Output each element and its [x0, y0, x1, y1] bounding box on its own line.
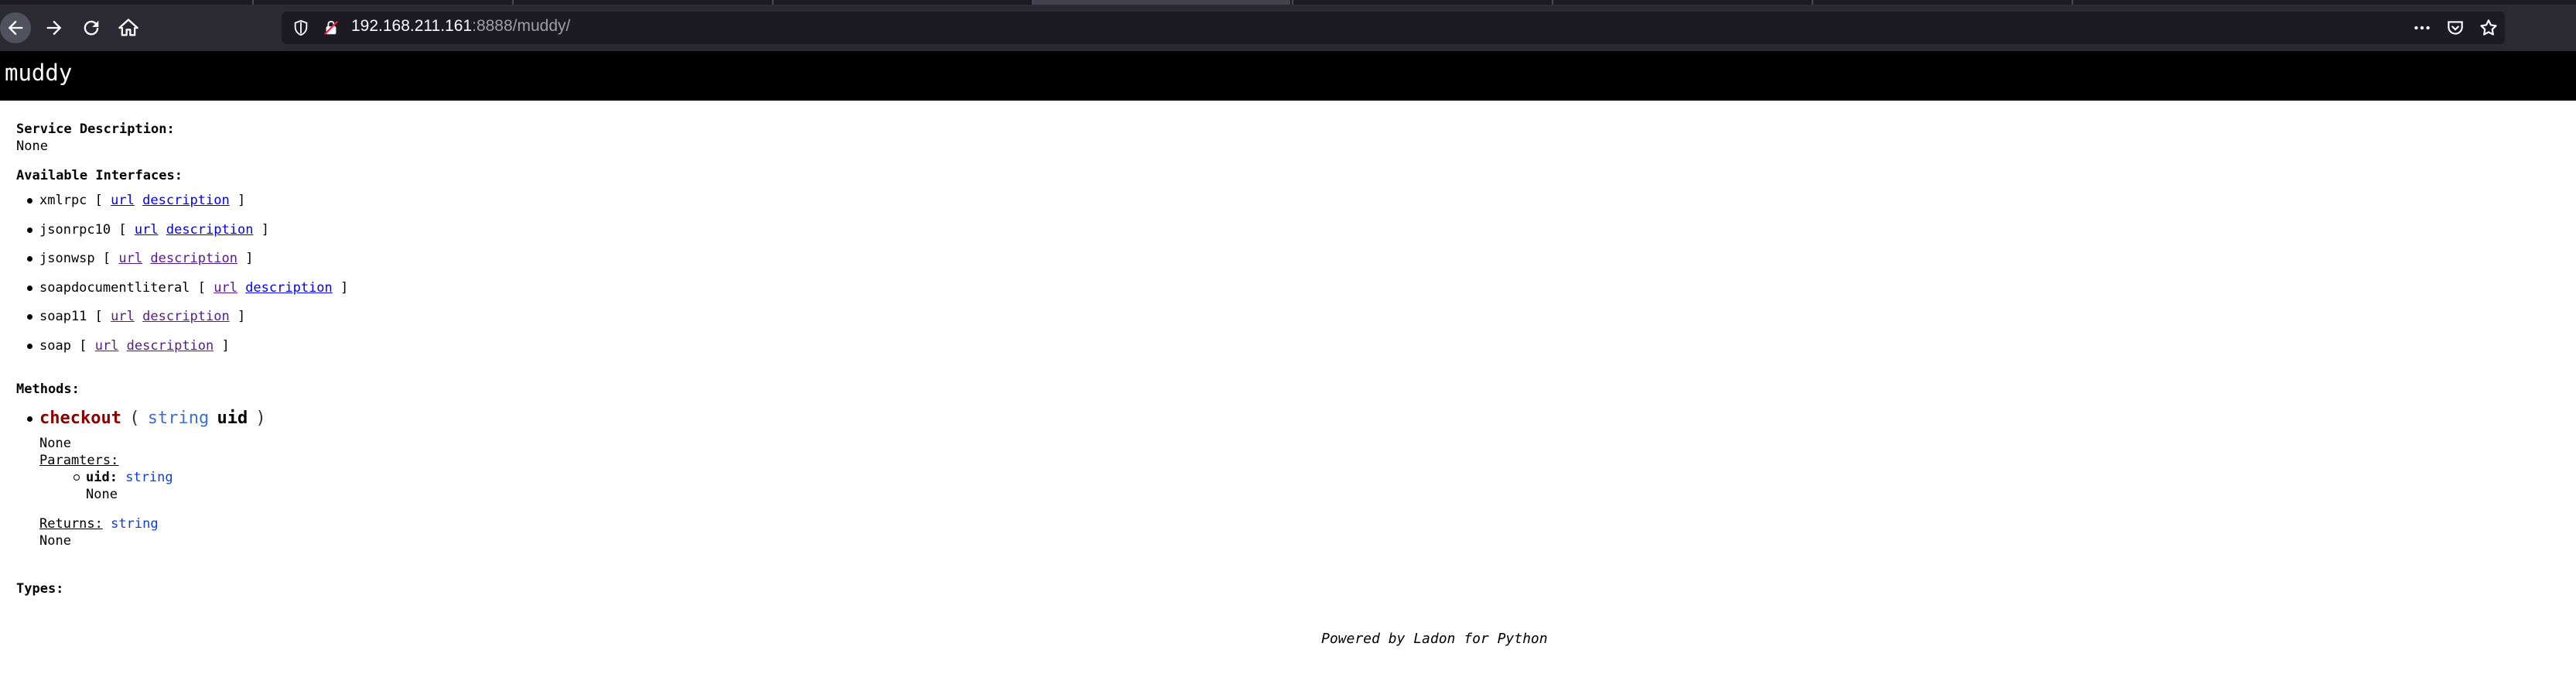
list-item: soap11 [ url description ] — [16, 308, 2554, 337]
interface-description-link[interactable]: description — [142, 193, 230, 208]
param-item: uid: string — [63, 469, 2554, 486]
pocket-button[interactable] — [2440, 12, 2471, 43]
param-colon: : — [109, 469, 118, 485]
bookmark-star-icon — [2480, 19, 2497, 36]
bracket: [ — [118, 221, 127, 238]
url-text[interactable]: 192.168.211.161:8888/muddy/ — [351, 17, 570, 36]
bullet — [27, 343, 32, 349]
bracket: ] — [221, 337, 230, 354]
bullet — [27, 416, 32, 422]
interface-description-link[interactable]: description — [245, 280, 333, 296]
service-header: muddy — [0, 51, 2576, 101]
interfaces-label: Available Interfaces: — [16, 168, 183, 183]
interface-description-link[interactable]: description — [150, 251, 237, 266]
interface-url-link[interactable]: url — [111, 309, 135, 324]
method-doc: None — [39, 435, 71, 451]
returns-type: string — [111, 515, 159, 532]
returns-label: Returns: — [39, 515, 103, 532]
interface-description-link[interactable]: description — [127, 338, 214, 354]
more-icon — [2414, 26, 2430, 30]
reload-icon — [84, 20, 99, 36]
methods-label: Methods: — [16, 381, 80, 397]
bullet — [27, 314, 32, 320]
interface-name: jsonwsp — [39, 251, 95, 267]
bullet — [27, 198, 32, 204]
list-item: jsonwsp [ url description ] — [16, 250, 2554, 279]
bullet — [27, 256, 32, 262]
list-item: soapdocumentliteral [ url description ] — [16, 279, 2554, 309]
url-path: :8888/muddy/ — [472, 17, 571, 35]
method-name: checkout — [39, 408, 121, 428]
service-description-label: Service Description: — [16, 121, 175, 137]
back-button[interactable] — [0, 12, 31, 43]
bullet — [27, 285, 32, 291]
shield-icon[interactable] — [292, 19, 309, 36]
forward-button[interactable] — [39, 12, 70, 43]
powered-by-footer: Powered by Ladon for Python — [1321, 631, 1548, 647]
param-name: uid — [86, 469, 110, 485]
browser-toolbar: 192.168.211.161:8888/muddy/ — [0, 5, 2576, 51]
interface-name: jsonrpc10 — [39, 221, 111, 238]
service-content: Service Description: None Available Inte… — [16, 121, 2554, 597]
home-button[interactable] — [113, 12, 144, 43]
interface-description-link[interactable]: description — [142, 309, 230, 324]
bracket: ] — [261, 221, 269, 238]
list-item: jsonrpc10 [ url description ] — [16, 221, 2554, 251]
returns-row: Returns: string — [39, 515, 2554, 532]
pocket-icon — [2448, 21, 2463, 35]
interface-name: soap — [39, 337, 71, 354]
bullet — [27, 227, 32, 233]
page-title: muddy — [5, 60, 73, 86]
url-host: 192.168.211.161 — [351, 17, 473, 35]
bracket: ] — [245, 251, 254, 267]
url-bar[interactable]: 192.168.211.161:8888/muddy/ — [282, 12, 2505, 44]
bracket: [ — [102, 251, 111, 267]
bracket: [ — [79, 337, 87, 354]
returns-doc: None — [39, 532, 71, 549]
interface-url-link[interactable]: url — [214, 280, 237, 296]
interface-description-link[interactable]: description — [166, 222, 254, 238]
interface-url-link[interactable]: url — [95, 338, 119, 354]
bracket: ] — [340, 279, 349, 296]
arg-name: uid — [217, 408, 248, 428]
more-button[interactable] — [2407, 12, 2438, 43]
interface-url-link[interactable]: url — [111, 193, 135, 208]
interface-name: xmlrpc — [39, 193, 87, 208]
circle-bullet — [73, 474, 80, 481]
bookmark-button[interactable] — [2473, 12, 2504, 43]
list-item: xmlrpc [ url description ] — [16, 192, 2554, 221]
reload-button[interactable] — [76, 12, 107, 43]
interface-url-link[interactable]: url — [118, 251, 142, 266]
bracket: [ — [197, 279, 206, 296]
list-item: soap [ url description ] — [16, 337, 2554, 367]
interface-list: xmlrpc [ url description ] jsonrpc10 [ u… — [16, 192, 2554, 367]
interface-url-link[interactable]: url — [135, 222, 159, 238]
params-label: Paramters: — [39, 452, 119, 468]
method-signature: checkout ( string uid ) — [16, 409, 2554, 432]
bracket: [ — [94, 193, 103, 208]
param-type: string — [125, 469, 173, 485]
home-icon — [118, 19, 138, 36]
bracket: ] — [237, 309, 246, 325]
interface-name: soapdocumentliteral — [39, 279, 190, 296]
param-doc: None — [86, 486, 118, 502]
service-description-value: None — [16, 139, 48, 154]
bracket: ] — [237, 193, 246, 208]
arg-type: string — [147, 408, 210, 428]
bracket: [ — [94, 309, 103, 325]
forward-arrow-icon — [46, 20, 62, 36]
interface-name: soap11 — [39, 309, 87, 325]
back-arrow-icon — [8, 20, 23, 36]
types-label: Types: — [16, 580, 64, 597]
insecure-lock-icon[interactable] — [323, 19, 340, 36]
open-paren: ( — [129, 408, 140, 428]
close-paren: ) — [255, 408, 266, 428]
